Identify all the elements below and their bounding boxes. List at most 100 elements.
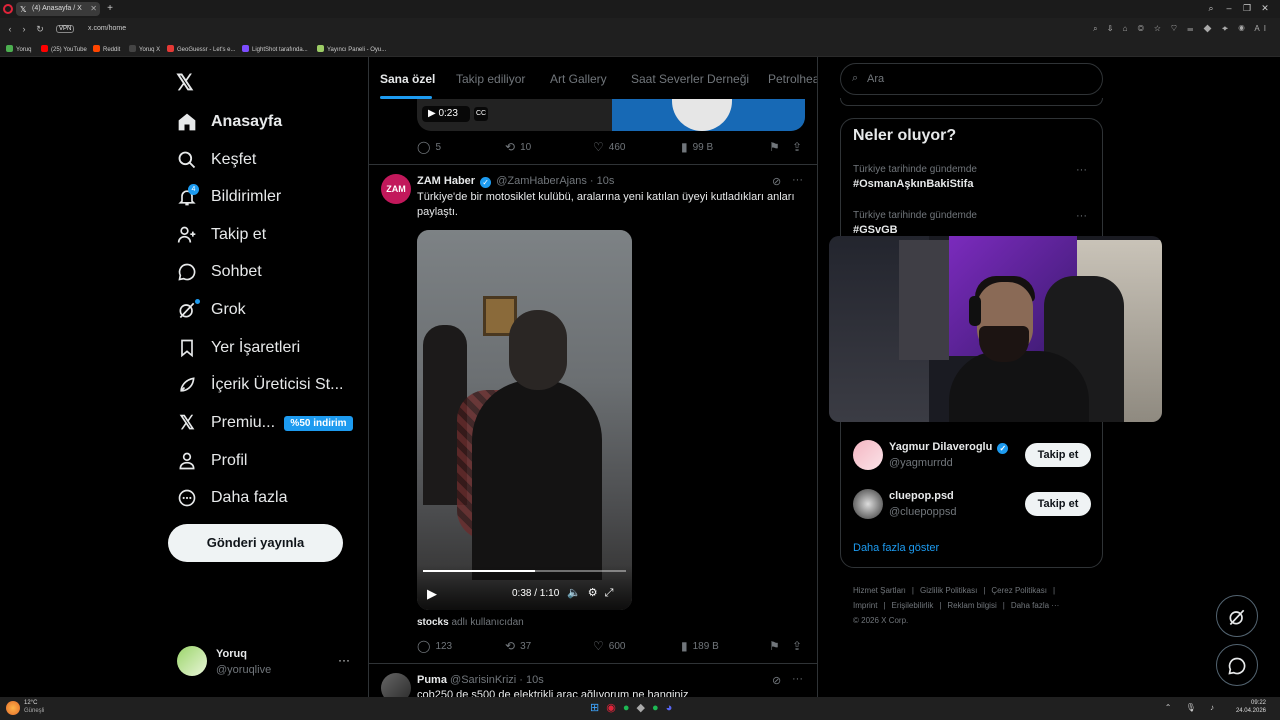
account-name[interactable]: Yoruq [216,648,247,660]
footer-link[interactable]: Gizlilik Politikası [920,586,977,595]
weather-temp[interactable]: 12°C [24,700,37,706]
reply-button[interactable]: ◯ 5 [417,140,441,154]
nav-explore[interactable]: Keşfet [176,145,256,175]
nav-chat[interactable]: Sohbet [176,257,262,287]
premium-discount-badge[interactable]: %50 indirim [284,416,353,431]
reply-button[interactable]: ◯ 123 [417,639,452,653]
grok-floating-button[interactable] [1216,595,1258,637]
views-button[interactable]: ▮ 189 B [681,639,719,653]
nav-grok[interactable]: Grok [176,295,246,325]
vpn-badge[interactable]: VPN [56,25,75,33]
search-box[interactable]: ⌕ Ara [840,63,1103,95]
share-button[interactable]: ⇪ [792,140,807,154]
grok-explain-icon[interactable]: ⊘ [772,175,781,188]
tab-for-you[interactable]: Sana özel [380,72,435,86]
toolbar-icons[interactable]: ⌕ ⇩ ⌂ ◎ ☆ ♡ ☰ ◆ ✦ ◉ AI [1093,24,1270,34]
post-author-name[interactable]: ZAM Haber [417,175,475,187]
share-button[interactable]: ⇪ [792,639,807,653]
bookmark-item[interactable]: (25) YouTube [41,45,87,53]
footer-link[interactable]: Hizmet Şartları [853,586,906,595]
weather-icon[interactable] [6,701,20,715]
like-button[interactable]: ♡ 460 [593,140,625,154]
tab-saat-severler[interactable]: Saat Severler Derneği [631,72,749,86]
close-window-button[interactable]: ✕ [1256,3,1274,14]
tab-following[interactable]: Takip ediliyor [456,72,525,86]
share-icon: ⇪ [792,639,803,653]
bookmark-post-button[interactable]: ⚑ [769,639,785,653]
post-author-handle[interactable]: @SarisinKrizi [450,674,516,686]
nav-more[interactable]: Daha fazla [176,483,288,513]
trend-hashtag[interactable]: #OsmanAşkınBakiStifa [853,178,973,190]
footer-link[interactable]: Çerez Politikası [991,586,1047,595]
trend-hashtag[interactable]: #GSvGB [853,224,898,236]
rocket-icon [176,374,198,396]
post-author-name[interactable]: Puma [417,674,447,686]
video-controls[interactable]: 🔈⚙⤢ [567,586,620,600]
post-button[interactable]: Gönderi yayınla [168,524,343,562]
post-more-icon[interactable]: ··· [792,673,803,685]
restore-button[interactable]: ❐ [1238,3,1256,14]
repost-button[interactable]: ⟲ 10 [505,140,531,154]
views-button[interactable]: ▮ 99 B [681,140,713,154]
post-video[interactable]: ▶ 0:38 / 1:10 🔈⚙⤢ [417,230,632,610]
nav-bookmarks[interactable]: Yer İşaretleri [176,333,300,363]
nav-creator-studio[interactable]: İçerik Üreticisi St... [176,370,343,400]
clock-time[interactable]: 09:22 [1236,700,1266,706]
reload-icon[interactable]: ↻ [34,24,46,35]
post-avatar[interactable]: ZAM [381,174,411,204]
like-button[interactable]: ♡ 600 [593,639,625,653]
search-placeholder: Ara [867,73,885,85]
trend-more-icon[interactable]: ··· [1076,210,1087,222]
play-icon[interactable]: ▶ [427,586,437,602]
nav-home[interactable]: Anasayfa [176,107,282,137]
nav-premium[interactable]: 𝕏 Premiu... [176,408,275,438]
tab-art-gallery[interactable]: Art Gallery [550,72,607,86]
search-tabs-icon[interactable]: ⌕ [1202,3,1220,14]
tab-petrolhead[interactable]: Petrolhea [768,72,817,86]
system-tray[interactable]: ⌃ 🎙 ♪ [1165,703,1220,712]
attribution-user[interactable]: stocks [417,617,449,628]
minimize-button[interactable]: – [1220,3,1238,13]
bookmark-item[interactable]: Yayıncı Paneli - Oyu... [317,45,386,53]
account-more-icon[interactable]: ··· [338,653,350,667]
footer-link[interactable]: Daha fazla ··· [1011,601,1059,610]
account-avatar[interactable] [177,646,207,676]
grok-explain-icon[interactable]: ⊘ [772,674,781,687]
bookmark-item[interactable]: Yoruq [6,45,31,53]
messages-floating-button[interactable] [1216,644,1258,686]
suggestion-name[interactable]: cluepop.psd [889,490,954,502]
suggestion-avatar[interactable] [853,440,883,470]
back-icon[interactable]: ‹ [4,24,16,34]
bookmark-item[interactable]: LightShot tarafında... [242,45,308,53]
captions-icon[interactable]: CC [474,107,488,121]
post-time[interactable]: · 10s [590,175,614,187]
clock-date[interactable]: 24.04.2026 [1228,708,1266,714]
browser-tab[interactable]: 𝕏 (4) Anasayfa / X ✕ [16,2,100,16]
follow-button[interactable]: Takip et [1025,443,1091,467]
bookmark-item[interactable]: GeoGuessr - Let's e... [167,45,236,53]
post-author-handle[interactable]: @ZamHaberAjans [496,175,587,187]
bookmark-item[interactable]: Yoruq X [129,45,160,53]
taskbar-apps[interactable]: ⊞◉●◆●◕ [590,701,679,714]
x-logo-icon[interactable]: 𝕏 [176,70,194,96]
opera-logo-icon[interactable] [3,4,13,14]
follow-button[interactable]: Takip et [1025,492,1091,516]
footer-link[interactable]: Imprint [853,601,877,610]
suggestion-name[interactable]: Yagmur Dilaveroglu ✓ [889,441,1010,454]
nav-follow[interactable]: Takip et [176,220,266,250]
new-tab-button[interactable]: + [104,3,116,15]
suggestion-avatar[interactable] [853,489,883,519]
show-more-link[interactable]: Daha fazla göster [853,542,939,554]
trend-more-icon[interactable]: ··· [1076,164,1087,176]
repost-button[interactable]: ⟲ 37 [505,639,531,653]
bookmark-item[interactable]: Reddit [93,45,120,53]
bookmark-post-button[interactable]: ⚑ [769,140,785,154]
nav-profile[interactable]: Profil [176,446,247,476]
forward-icon[interactable]: › [18,24,30,34]
url-field[interactable]: x.com/home [88,25,126,32]
close-tab-icon[interactable]: ✕ [90,4,97,13]
post-time[interactable]: · 10s [519,674,543,686]
footer-link[interactable]: Reklam bilgisi [947,601,996,610]
post-more-icon[interactable]: ··· [792,174,803,186]
footer-link[interactable]: Erişilebilirlik [892,601,934,610]
